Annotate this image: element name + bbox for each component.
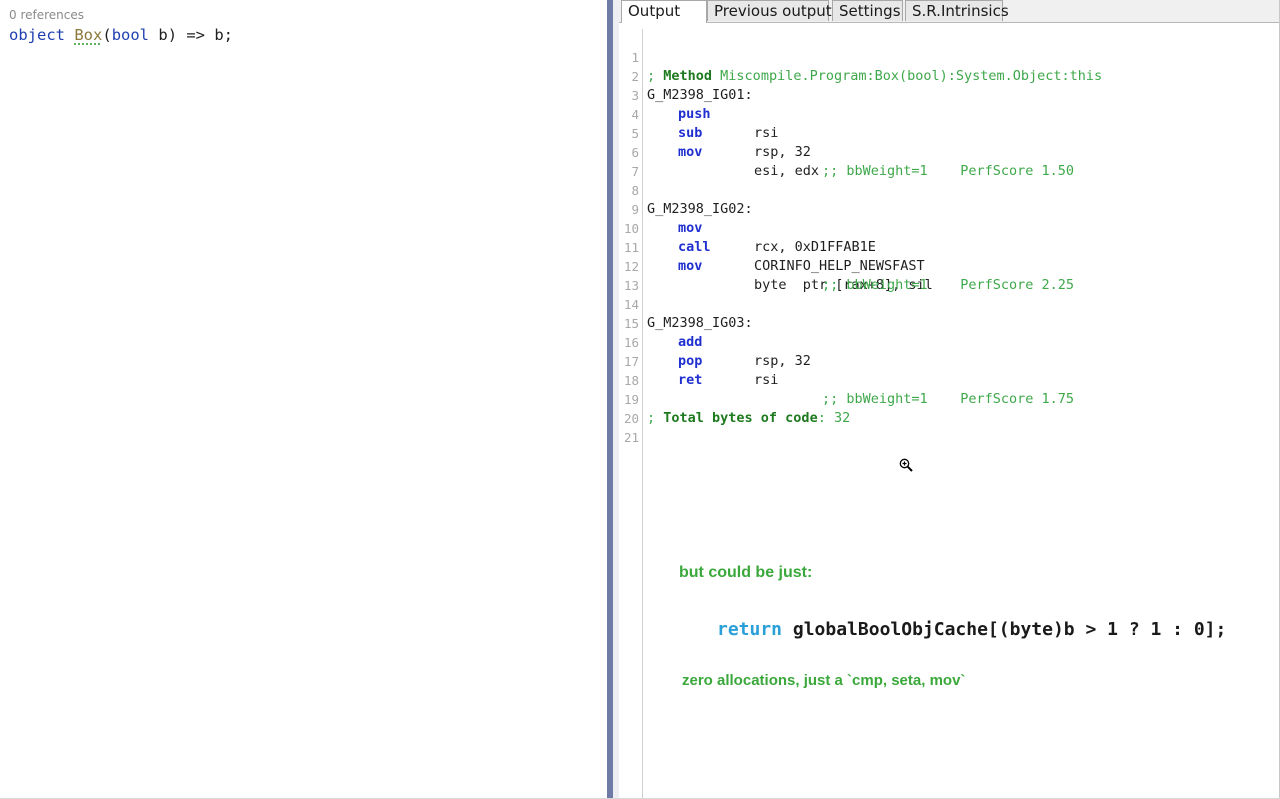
mnemonic: sub (678, 125, 703, 141)
operands: CORINFO_HELP_NEWSFAST (754, 258, 925, 274)
operands: esi, edx (754, 163, 820, 179)
operands: rcx, 0xD1FFAB1E (754, 239, 876, 255)
perf-score: PerfScore 2.25 (960, 277, 1074, 293)
asm-line-15: 15 add rsp, 32 (619, 295, 811, 369)
keyword-object: object (9, 26, 65, 44)
comment-text: : 32 (817, 410, 851, 426)
comment-keyword: Total bytes of code (663, 410, 818, 426)
operands: rsp, 32 (754, 144, 811, 160)
source-editor-pane[interactable]: 0 references object Box(bool b) => b; (0, 0, 607, 799)
asm-line-10: 10 call CORINFO_HELP_NEWSFAST (619, 200, 925, 274)
mnemonic: pop (678, 353, 703, 369)
mnemonic: mov (678, 144, 703, 160)
comment-text: Miscompile.Program:Box(bool):System.Obje… (712, 68, 1103, 84)
asm-line-5: 5 mov esi, edx (619, 105, 819, 179)
bb-weight: ;; bbWeight=1 (822, 391, 928, 407)
asm-line-14: 14 G_M2398_IG03: (619, 276, 753, 331)
return-keyword: return (717, 619, 783, 640)
keyword-bool: bool (111, 26, 150, 44)
asm-line-21: 21 (619, 409, 668, 445)
asm-line-3: 3 push rsi (619, 67, 778, 141)
tab-output[interactable]: Output (621, 0, 707, 23)
perf-comment: ;; bbWeight=1 PerfScore 1.75 (822, 390, 1074, 409)
annotation-code: return globalBoolObjCache[(byte)b > 1 ? … (717, 619, 1226, 640)
asm-line-2: 2 G_M2398_IG01: (619, 48, 752, 103)
asm-line-18: 18 ;; bbWeight=1 PerfScore 1.75 (619, 352, 1074, 407)
bb-weight: ;; bbWeight=1 (822, 277, 928, 293)
method-name-box[interactable]: Box (74, 26, 102, 44)
operands: rsi (754, 372, 779, 388)
output-tab-bar: Output Previous output Settings S.R.Intr… (619, 0, 1280, 23)
perf-score: PerfScore 1.50 (960, 163, 1074, 179)
mnemonic: push (678, 106, 711, 122)
mnemonic: ret (678, 372, 703, 388)
annotation-title: but could be just: (679, 564, 813, 581)
expression-body: ) => b; (167, 26, 234, 44)
tab-previous-output[interactable]: Previous output (707, 0, 832, 21)
asm-line-12: 12 ;; bbWeight=1 PerfScore 2.25 (619, 238, 1074, 293)
perf-comment: ;; bbWeight=1 PerfScore 2.25 (822, 276, 1074, 295)
method-header-comment: ; Method Miscompile.Program:Box(bool):Sy… (647, 67, 1102, 86)
asm-line-19: 19 ; Total bytes of code: 32 (619, 371, 850, 426)
open-paren: ( (102, 26, 112, 44)
return-expression: globalBoolObjCache[(byte)b > 1 ? 1 : 0]; (782, 619, 1227, 640)
parameter-b: b (149, 26, 168, 44)
asm-line-11: 11 mov byte ptr [rax+8], sil (619, 219, 933, 293)
asm-line-9: 9 mov rcx, 0xD1FFAB1E (619, 181, 875, 255)
asm-line-7: 7 (619, 143, 668, 179)
asm-line-20: 20 (619, 390, 668, 426)
zoom-in-icon (899, 458, 913, 472)
asm-line-17: 17 ret (619, 333, 702, 388)
mnemonic: call (678, 239, 711, 255)
source-code-line[interactable]: object Box(bool b) => b; (9, 26, 233, 44)
mnemonic: add (678, 334, 703, 350)
perf-score: PerfScore 1.75 (960, 391, 1074, 407)
codelens-references[interactable]: 0 references (9, 8, 84, 22)
asm-line-6: 6 ;; bbWeight=1 PerfScore 1.50 (619, 124, 1074, 179)
asm-line-13: 13 (619, 257, 668, 293)
total-bytes-comment: ; Total bytes of code: 32 (647, 409, 850, 428)
annotation-footer: zero allocations, just a `cmp, seta, mov… (682, 672, 966, 689)
tab-sr-intrinsics[interactable]: S.R.Intrinsics (905, 0, 1009, 21)
asm-line-1: 1 ; Method Miscompile.Program:Box(bool):… (619, 29, 1102, 84)
operands: rsp, 32 (754, 353, 811, 369)
comment-keyword: Method (663, 68, 713, 84)
asm-line-16: 16 pop rsi (619, 314, 778, 388)
perf-comment: ;; bbWeight=1 PerfScore 1.50 (822, 162, 1074, 181)
mnemonic: mov (678, 258, 703, 274)
tab-settings[interactable]: Settings (832, 0, 903, 21)
asm-line-4: 4 sub rsp, 32 (619, 86, 810, 160)
asm-line-8: 8 G_M2398_IG02: (619, 162, 752, 217)
line-number: 21 (623, 430, 639, 445)
operands: rsi (754, 125, 779, 141)
bb-weight: ;; bbWeight=1 (822, 163, 928, 179)
mnemonic: mov (678, 220, 703, 236)
